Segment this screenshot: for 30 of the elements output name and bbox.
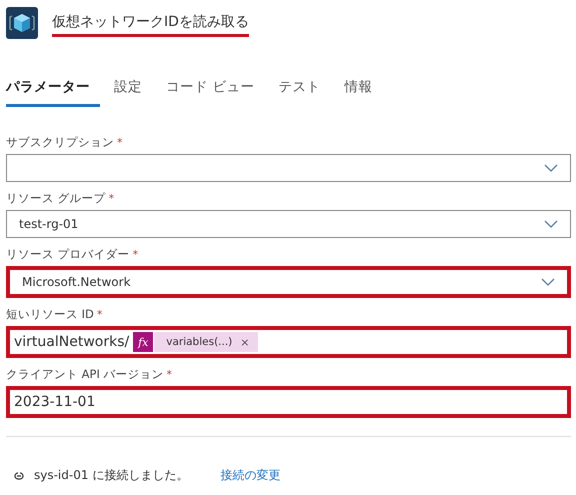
required-mark: * xyxy=(108,192,114,205)
field-label: リソース プロバイダー xyxy=(6,247,130,262)
tab[interactable]: テスト xyxy=(278,74,330,107)
required-mark: * xyxy=(166,368,172,381)
input-field[interactable]: virtualNetworks/ fx variables(...) × xyxy=(6,326,571,358)
dropdown[interactable] xyxy=(6,154,571,182)
field-label: サブスクリプション xyxy=(6,135,114,150)
connection-status: sys-id-01 に接続しました。 xyxy=(34,467,188,484)
cube-icon xyxy=(6,7,38,39)
tab[interactable]: 設定 xyxy=(114,74,152,107)
action-title[interactable]: 仮想ネットワークIDを読み取る xyxy=(52,13,249,37)
field-label: 短いリソース ID xyxy=(6,307,94,322)
field-label: クライアント API バージョン xyxy=(6,367,164,382)
tab[interactable]: パラメーター xyxy=(6,74,100,107)
required-mark: * xyxy=(132,248,138,261)
tab[interactable]: 情報 xyxy=(344,74,382,107)
input-field[interactable]: 2023-11-01 xyxy=(6,386,571,418)
dropdown[interactable]: test-rg-01 xyxy=(6,210,571,238)
required-mark: * xyxy=(117,136,122,149)
chevron-down-icon xyxy=(541,278,555,286)
chevron-down-icon xyxy=(544,220,558,228)
required-mark: * xyxy=(96,308,102,321)
change-connection-link[interactable]: 接続の変更 xyxy=(220,467,280,484)
function-icon: fx xyxy=(133,332,154,352)
link-icon xyxy=(12,470,26,482)
chevron-down-icon xyxy=(544,164,558,172)
dropdown[interactable]: Microsoft.Network xyxy=(6,266,571,298)
remove-token-button[interactable]: × xyxy=(240,336,250,348)
field-label: リソース グループ xyxy=(6,191,106,206)
tab[interactable]: コード ビュー xyxy=(166,74,264,107)
